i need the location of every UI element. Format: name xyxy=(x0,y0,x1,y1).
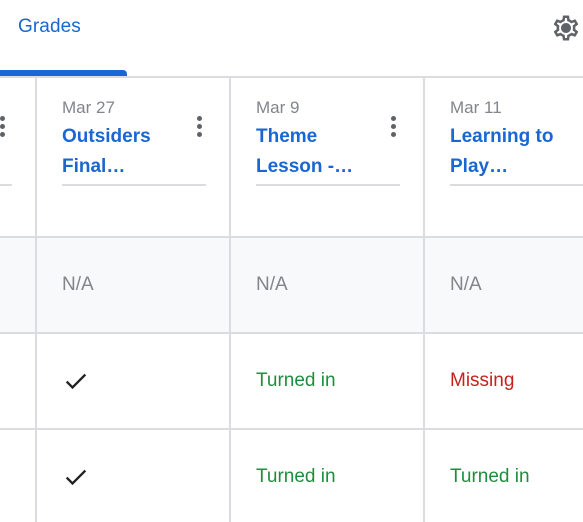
grade-cell[interactable] xyxy=(37,430,230,522)
tab-grades[interactable]: Grades xyxy=(0,0,127,77)
assignment-column-header: Mar 9 Theme Lesson -… xyxy=(231,78,424,236)
status-turned-in: Turned in xyxy=(450,466,530,487)
assignment-due-date: Mar 27 xyxy=(62,98,115,117)
class-average-cell: N/A xyxy=(62,274,94,295)
grade-cell[interactable]: Turned in xyxy=(231,334,424,428)
column-divider xyxy=(423,78,425,522)
assignment-due-date: Mar 11 xyxy=(450,98,502,117)
gear-icon xyxy=(553,15,579,41)
assignment-title-link[interactable]: Theme Lesson -… xyxy=(256,122,386,182)
assignment-due-date: Mar 9 xyxy=(256,98,300,117)
assignment-column-header: Mar 27 Outsiders Final… xyxy=(37,78,230,236)
assignment-title-link[interactable]: Learning to Play… xyxy=(450,122,580,182)
assignment-more-button[interactable] xyxy=(579,112,583,140)
prev-column-underline xyxy=(0,184,12,186)
top-bar: Grades xyxy=(0,0,583,78)
header-underline xyxy=(450,184,583,186)
header-underline xyxy=(256,184,400,186)
more-vert-icon xyxy=(196,115,202,121)
grade-cell[interactable] xyxy=(37,334,230,428)
assignment-column-header: Mar 11 Learning to Play… xyxy=(425,78,583,236)
more-vert-icon xyxy=(390,115,396,121)
grade-cell[interactable]: Missing xyxy=(425,334,583,428)
row-divider xyxy=(0,428,583,430)
checkmark-icon xyxy=(65,373,87,390)
column-divider xyxy=(35,78,37,522)
class-average-cell: N/A xyxy=(450,274,482,295)
more-vert-icon xyxy=(0,115,5,121)
status-turned-in: Turned in xyxy=(256,466,336,487)
row-divider xyxy=(0,236,583,238)
assignment-more-button[interactable] xyxy=(191,112,207,140)
prev-column-more-button[interactable] xyxy=(0,112,6,140)
class-average-cell: N/A xyxy=(256,274,288,295)
grade-cell[interactable]: Turned in xyxy=(231,430,424,522)
assignment-title-link[interactable]: Outsiders Final… xyxy=(62,122,192,182)
grades-grid: Mar 27 Outsiders Final… Mar 9 Theme Less… xyxy=(0,78,583,522)
row-divider xyxy=(0,332,583,334)
grade-cell[interactable]: Turned in xyxy=(425,430,583,522)
status-missing: Missing xyxy=(450,370,515,391)
column-divider xyxy=(229,78,231,522)
header-underline xyxy=(62,184,206,186)
status-turned-in: Turned in xyxy=(256,370,336,391)
tab-grades-label: Grades xyxy=(18,16,81,37)
settings-button[interactable] xyxy=(546,8,583,48)
checkmark-icon xyxy=(65,469,87,486)
assignment-more-button[interactable] xyxy=(385,112,401,140)
